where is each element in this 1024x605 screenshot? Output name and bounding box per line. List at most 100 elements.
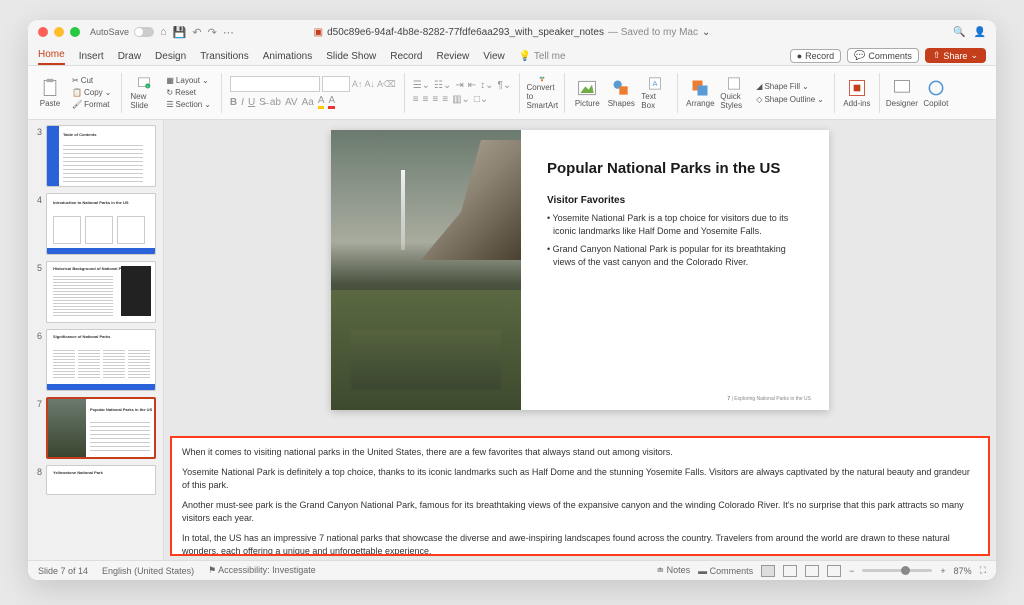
copilot-button[interactable]: Copilot — [922, 76, 950, 110]
redo-icon[interactable]: ↷ — [208, 26, 217, 39]
textdirection-button[interactable]: ¶⌄ — [498, 80, 512, 91]
textbox-button[interactable]: AText Box — [641, 76, 669, 110]
search-icon[interactable]: 🔍 — [953, 27, 965, 38]
accessibility-checker[interactable]: ⚑ Accessibility: Investigate — [208, 565, 316, 576]
zoom-slider[interactable] — [862, 569, 932, 572]
reading-view-button[interactable] — [805, 565, 819, 577]
slide-thumbnail-6[interactable]: Significance of National Parks — [46, 329, 156, 391]
slide-thumbnail-7-active[interactable]: Popular National Parks in the US — [46, 397, 156, 459]
underline-button[interactable]: U — [248, 97, 255, 108]
thumb-row[interactable]: 8 Yellowstone National Park — [28, 462, 163, 498]
slide-thumbnail-8[interactable]: Yellowstone National Park — [46, 465, 156, 495]
columns-button[interactable]: ▥⌄ — [452, 94, 470, 105]
slide-canvas[interactable]: Popular National Parks in the US Visitor… — [164, 120, 996, 432]
slide-title[interactable]: Popular National Parks in the US — [547, 160, 803, 177]
document-title[interactable]: ▣ d50c89e6-94af-4b8e-8282-77fdfe6aa293_w… — [314, 27, 711, 38]
font-name-input[interactable] — [230, 76, 320, 92]
tab-view[interactable]: View — [483, 48, 505, 65]
autosave-toggle[interactable] — [134, 27, 154, 37]
quickstyles-button[interactable]: Quick Styles — [720, 76, 748, 110]
notes-toggle[interactable]: ≐ Notes — [657, 565, 691, 576]
tab-review[interactable]: Review — [436, 48, 469, 65]
coauthoring-icon[interactable]: 👤 — [974, 27, 986, 38]
casechange-button[interactable]: Aa — [302, 97, 314, 108]
slide-subheading[interactable]: Visitor Favorites — [547, 195, 803, 206]
normal-view-button[interactable] — [761, 565, 775, 577]
fit-to-window-button[interactable]: ⛶ — [980, 565, 986, 576]
slideshow-view-button[interactable] — [827, 565, 841, 577]
slide-counter[interactable]: Slide 7 of 14 — [38, 566, 88, 576]
shape-fill-button[interactable]: ◢ Shape Fill ⌄ — [754, 81, 826, 92]
chevron-down-icon[interactable]: ⌄ — [702, 27, 710, 38]
bold-button[interactable]: B — [230, 97, 237, 108]
addins-button[interactable]: Add-ins — [843, 76, 871, 110]
paste-button[interactable]: Paste — [36, 76, 64, 110]
justify-button[interactable]: ≡ — [442, 94, 448, 105]
close-window-button[interactable] — [38, 27, 48, 37]
record-button[interactable]: ● Record — [790, 49, 841, 63]
tab-animations[interactable]: Animations — [263, 48, 312, 65]
align-text-button[interactable]: □⌄ — [474, 94, 488, 105]
numbering-button[interactable]: ☷⌄ — [434, 80, 451, 91]
undo-icon[interactable]: ↶ — [192, 26, 201, 39]
designer-button[interactable]: Designer — [888, 76, 916, 110]
shapes-button[interactable]: Shapes — [607, 76, 635, 110]
italic-button[interactable]: I — [241, 97, 244, 108]
save-icon[interactable]: 💾 — [173, 26, 187, 39]
zoom-in-button[interactable]: + — [940, 566, 945, 576]
thumb-row[interactable]: 5 Historical Background of National Park… — [28, 258, 163, 326]
tab-slideshow[interactable]: Slide Show — [326, 48, 376, 65]
tab-design[interactable]: Design — [155, 48, 186, 65]
tab-draw[interactable]: Draw — [118, 48, 141, 65]
zoom-level[interactable]: 87% — [954, 566, 972, 576]
bullets-button[interactable]: ☰⌄ — [413, 80, 430, 91]
notes-paragraph[interactable]: When it comes to visiting national parks… — [182, 446, 978, 460]
decrease-font-icon[interactable]: A↓ — [364, 79, 375, 89]
shadow-button[interactable]: ab — [270, 97, 281, 108]
font-size-input[interactable] — [322, 76, 350, 92]
align-left-button[interactable]: ≡ — [413, 94, 419, 105]
comments-pane-toggle[interactable]: ▬ Comments — [698, 566, 753, 576]
cut-button[interactable]: ✂ Cut — [70, 75, 113, 86]
section-button[interactable]: ☰ Section ⌄ — [164, 99, 213, 110]
slide-thumbnail-5[interactable]: Historical Background of National Parks — [46, 261, 156, 323]
minimize-window-button[interactable] — [54, 27, 64, 37]
sorter-view-button[interactable] — [783, 565, 797, 577]
slide-thumbnail-3[interactable]: Table of Contents — [46, 125, 156, 187]
thumb-row[interactable]: 3 Table of Contents — [28, 122, 163, 190]
thumb-row[interactable]: 4 Introduction to National Parks in the … — [28, 190, 163, 258]
indent-decrease-button[interactable]: ⇤ — [468, 80, 476, 91]
zoom-out-button[interactable]: − — [849, 566, 854, 576]
tellme[interactable]: 💡 Tell me — [519, 48, 566, 65]
slide-thumbnail-4[interactable]: Introduction to National Parks in the US — [46, 193, 156, 255]
tab-transitions[interactable]: Transitions — [200, 48, 249, 65]
align-right-button[interactable]: ≡ — [432, 94, 438, 105]
comments-button[interactable]: 💬 Comments — [847, 48, 919, 63]
slide-bullet[interactable]: • Yosemite National Park is a top choice… — [547, 212, 803, 237]
layout-button[interactable]: ▦ Layout ⌄ — [164, 75, 213, 86]
increase-font-icon[interactable]: A↑ — [352, 79, 363, 89]
subscript-button[interactable]: AV — [285, 97, 298, 108]
speaker-notes-panel[interactable]: When it comes to visiting national parks… — [170, 436, 990, 556]
picture-button[interactable]: Picture — [573, 76, 601, 110]
strike-button[interactable]: S̶ — [259, 97, 266, 108]
highlight-button[interactable]: A — [318, 95, 325, 109]
tab-insert[interactable]: Insert — [79, 48, 104, 65]
home-icon[interactable]: ⌂ — [160, 26, 167, 39]
shape-outline-button[interactable]: ◇ Shape Outline ⌄ — [754, 94, 826, 105]
thumb-row[interactable]: 6 Significance of National Parks — [28, 326, 163, 394]
arrange-button[interactable]: Arrange — [686, 76, 714, 110]
new-slide-button[interactable]: + New Slide — [130, 76, 158, 110]
notes-paragraph[interactable]: Another must-see park is the Grand Canyo… — [182, 499, 978, 526]
notes-paragraph[interactable]: Yosemite National Park is definitely a t… — [182, 466, 978, 493]
maximize-window-button[interactable] — [70, 27, 80, 37]
slide-bullet[interactable]: • Grand Canyon National Park is popular … — [547, 243, 803, 268]
share-button[interactable]: ⇧ Share ⌄ — [925, 48, 986, 63]
clear-format-icon[interactable]: A⌫ — [377, 79, 396, 90]
language-indicator[interactable]: English (United States) — [102, 566, 194, 576]
fontcolor-button[interactable]: A — [328, 95, 335, 109]
more-icon[interactable]: ⋯ — [223, 26, 234, 39]
thumb-row[interactable]: 7 Popular National Parks in the US — [28, 394, 163, 462]
notes-paragraph[interactable]: In total, the US has an impressive 7 nat… — [182, 532, 978, 557]
tab-home[interactable]: Home — [38, 46, 65, 65]
